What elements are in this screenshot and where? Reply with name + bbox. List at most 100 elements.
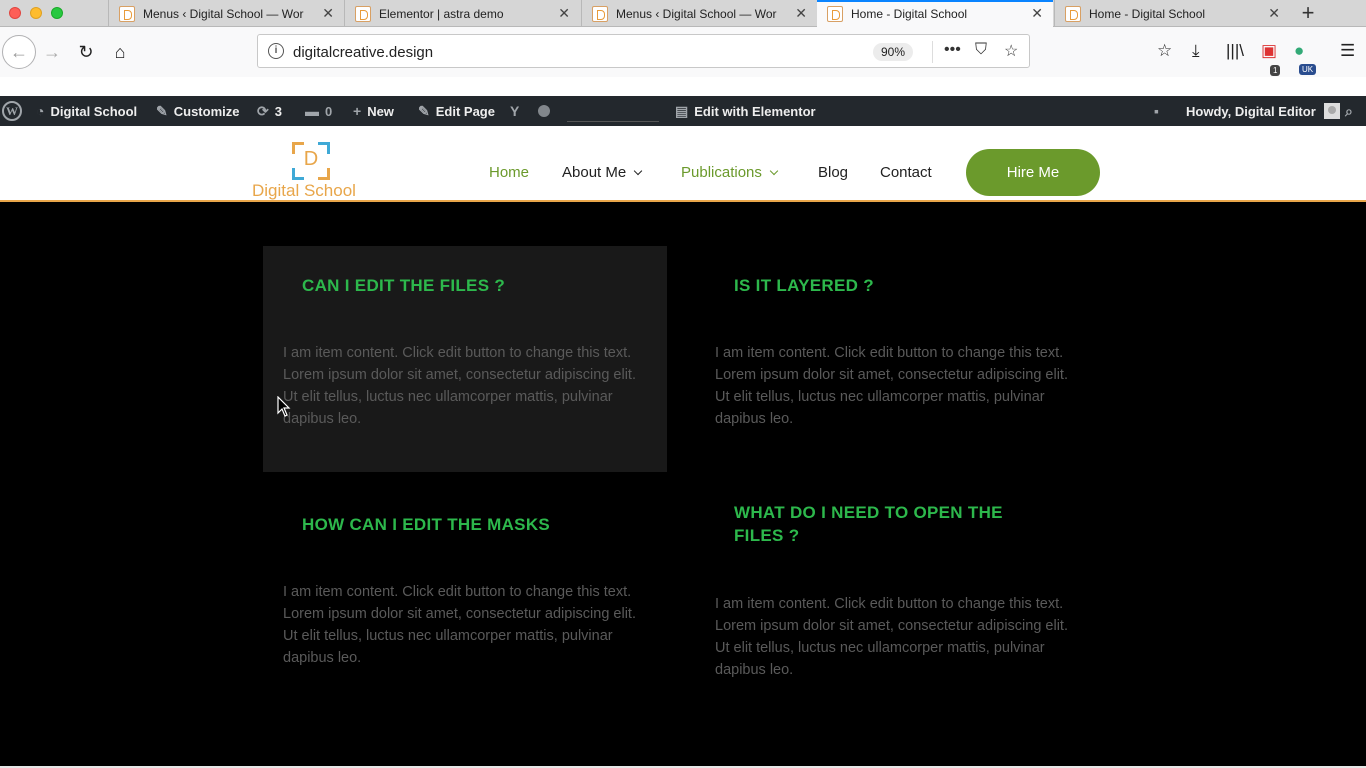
site-favicon-icon (355, 5, 371, 22)
edit-page-label: Edit Page (435, 103, 495, 119)
home-icon[interactable]: ⌂ (105, 37, 135, 67)
site-favicon-icon (1065, 5, 1081, 22)
faq-answer: I am item content. Click edit button to … (715, 596, 1068, 678)
faq-question: WHAT DO I NEED TO OPEN THE FILES ? (734, 503, 1003, 545)
nav-publications[interactable]: Publications (681, 164, 779, 181)
tab-title: Menus ‹ Digital School — Wor (143, 6, 304, 21)
browser-tab-active[interactable]: Home - Digital School ✕ (817, 0, 1053, 27)
wp-admin-bar: W ◔ Digital School ✎ Customize ⟳ 3 ▬ 0 +… (0, 96, 1366, 126)
bookmark-star-icon[interactable]: ☆ (1004, 41, 1018, 61)
faq-answer: I am item content. Click edit button to … (715, 345, 1068, 427)
back-arrow-icon[interactable]: ← (2, 35, 36, 69)
hamburger-menu-icon[interactable]: ☰ (1340, 41, 1355, 61)
faq-answer: I am item content. Click edit button to … (283, 584, 636, 666)
url-bar[interactable]: i digitalcreative.design 90% ••• ⛉ ☆ (257, 34, 1030, 68)
nav-home[interactable]: Home (489, 164, 529, 181)
toolbar-spacer (0, 77, 1366, 96)
customize-label: Customize (173, 103, 240, 119)
nav-blog[interactable]: Blog (818, 164, 848, 181)
hire-me-button[interactable]: Hire Me (966, 149, 1100, 196)
tab-title: Home - Digital School (1089, 6, 1206, 21)
minimize-window-button[interactable] (30, 7, 42, 19)
seo-status-dot-icon[interactable] (538, 96, 550, 126)
download-icon[interactable]: ⤓ (1192, 41, 1200, 61)
logo-letter: D (303, 148, 319, 170)
faq-item[interactable]: HOW CAN I EDIT THE MASKS I am item conte… (263, 485, 667, 711)
yoast-seo-icon[interactable]: Y (510, 96, 525, 126)
close-tab-icon[interactable]: ✕ (795, 6, 807, 20)
library-icon[interactable]: |||\ (1226, 41, 1244, 61)
edit-elementor-label: Edit with Elementor (694, 103, 816, 119)
globe-icon[interactable]: ● (1294, 41, 1304, 61)
faq-item[interactable]: IS IT LAYERED ? I am item content. Click… (695, 246, 1099, 472)
comments-count: 0 (325, 103, 333, 119)
pocket-icon[interactable]: ⛉ (975, 41, 987, 59)
admin-site-name[interactable]: ◔ Digital School (36, 96, 137, 126)
admin-customize[interactable]: ✎ Customize (156, 96, 239, 126)
tab-title: Elementor | astra demo (379, 6, 504, 21)
url-text[interactable]: digitalcreative.design (293, 44, 433, 61)
chevron-down-icon (769, 166, 779, 176)
tab-title: Menus ‹ Digital School — Wor (616, 6, 777, 21)
site-logo-icon[interactable]: D (292, 142, 330, 180)
admin-new[interactable]: + New (353, 96, 394, 126)
faq-item[interactable]: WHAT DO I NEED TO OPEN THE FILES ? I am … (695, 485, 1099, 725)
wordpress-logo-icon[interactable]: W (2, 96, 22, 126)
close-tab-icon[interactable]: ✕ (1031, 6, 1043, 20)
notification-icon[interactable]: ▪ (1154, 96, 1165, 126)
elementor-icon: ▤ (675, 102, 689, 119)
site-favicon-icon (592, 5, 608, 22)
brush-icon: ✎ (156, 102, 168, 119)
reload-icon[interactable]: ↻ (71, 37, 101, 67)
nav-about-me[interactable]: About Me (562, 164, 643, 181)
locale-badge: UK (1299, 64, 1317, 75)
faq-answer: I am item content. Click edit button to … (283, 345, 636, 427)
browser-tab[interactable]: Elementor | astra demo ✕ (344, 0, 580, 27)
zoom-level-badge[interactable]: 90% (873, 43, 914, 61)
nav-contact[interactable]: Contact (880, 164, 932, 181)
nav-publications-label: Publications (681, 164, 762, 181)
faq-question: IS IT LAYERED ? (734, 276, 874, 295)
plus-icon: + (353, 103, 362, 119)
browser-tab[interactable]: Menus ‹ Digital School — Wor ✕ (108, 0, 344, 27)
updates-count: 3 (274, 103, 282, 119)
pencil-icon: ✎ (418, 102, 430, 119)
browser-tab[interactable]: Home - Digital School ✕ (1054, 0, 1290, 27)
faq-question: HOW CAN I EDIT THE MASKS (302, 515, 551, 534)
admin-bar-divider (567, 121, 659, 122)
url-separator (932, 41, 933, 63)
maximize-window-button[interactable] (51, 7, 63, 19)
site-favicon-icon (119, 5, 135, 22)
comment-icon: ▬ (305, 103, 319, 119)
page-actions-icon[interactable]: ••• (944, 41, 961, 59)
faq-item[interactable]: CAN I EDIT THE FILES ? I am item content… (263, 246, 667, 472)
close-window-button[interactable] (9, 7, 21, 19)
site-name-label: Digital School (50, 103, 138, 119)
browser-tab-strip: Menus ‹ Digital School — Wor ✕ Elementor… (0, 0, 1366, 27)
site-favicon-icon (827, 5, 843, 22)
tab-title: Home - Digital School (851, 6, 968, 21)
browser-toolbar: ← → ↻ ⌂ i digitalcreative.design 90% •••… (0, 27, 1366, 77)
info-icon[interactable]: i (268, 43, 284, 59)
site-logo-text[interactable]: Digital School (252, 181, 356, 201)
new-label: New (367, 103, 394, 119)
faq-question: CAN I EDIT THE FILES ? (302, 276, 506, 295)
dashboard-icon: ◔ (36, 103, 45, 119)
new-tab-icon[interactable]: + (1296, 0, 1320, 27)
extension-icon[interactable]: ▣ (1261, 41, 1277, 61)
forward-arrow-icon[interactable]: → (37, 37, 67, 67)
bookmarks-star-icon[interactable]: ☆ (1157, 41, 1172, 61)
avatar (1323, 103, 1340, 119)
howdy-label: Howdy, Digital Editor (1186, 103, 1316, 119)
admin-account[interactable]: Howdy, Digital Editor (1186, 96, 1340, 126)
admin-edit-page[interactable]: ✎ Edit Page (418, 96, 495, 126)
close-tab-icon[interactable]: ✕ (322, 6, 334, 20)
admin-updates[interactable]: ⟳ 3 (257, 96, 282, 126)
browser-tab[interactable]: Menus ‹ Digital School — Wor ✕ (581, 0, 817, 27)
admin-edit-elementor[interactable]: ▤ Edit with Elementor (675, 96, 816, 126)
admin-comments[interactable]: ▬ 0 (305, 96, 332, 126)
search-icon[interactable]: ⌕ (1345, 96, 1353, 126)
close-tab-icon[interactable]: ✕ (558, 6, 570, 20)
close-tab-icon[interactable]: ✕ (1268, 6, 1280, 20)
nav-about-me-label: About Me (562, 164, 627, 181)
